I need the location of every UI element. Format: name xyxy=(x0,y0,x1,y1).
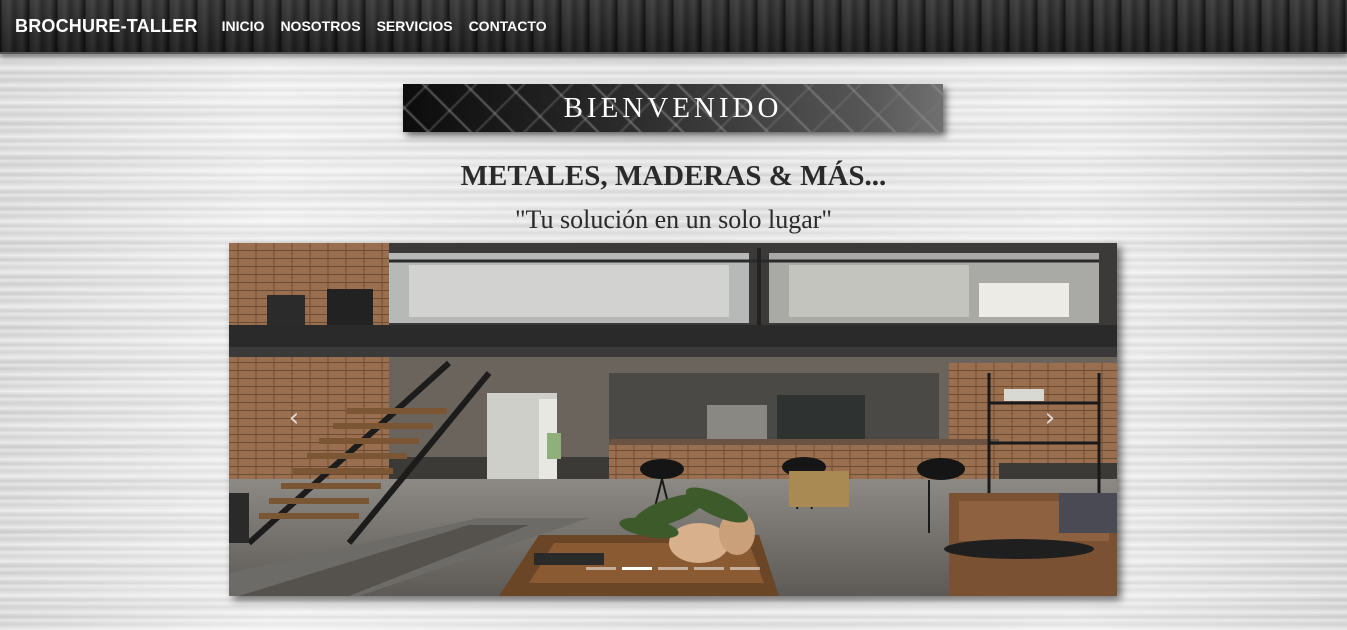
nav-link-nosotros[interactable]: NOSOTROS xyxy=(280,18,360,34)
carousel-indicators xyxy=(229,567,1117,570)
nav-link-contacto[interactable]: CONTACTO xyxy=(469,18,547,34)
brand-logo[interactable]: BROCHURE-TALLER xyxy=(15,16,198,37)
banner-title: BIENVENIDO xyxy=(563,91,783,124)
nav-link-inicio[interactable]: INICIO xyxy=(222,18,265,34)
carousel-indicator[interactable] xyxy=(586,567,616,570)
carousel-prev-button[interactable]: ‹ xyxy=(279,403,309,433)
welcome-banner: BIENVENIDO xyxy=(403,84,943,132)
nav-menu: INICIO NOSOTROS SERVICIOS CONTACTO xyxy=(222,18,547,34)
navbar: BROCHURE-TALLER INICIO NOSOTROS SERVICIO… xyxy=(0,0,1347,54)
tagline: "Tu solución en un solo lugar" xyxy=(514,205,833,234)
slide-image xyxy=(229,243,1117,596)
carousel-indicator[interactable] xyxy=(694,567,724,570)
chevron-right-icon: › xyxy=(1044,403,1056,433)
chevron-left-icon: ‹ xyxy=(288,403,300,433)
carousel-indicator-active[interactable] xyxy=(622,567,652,570)
carousel-indicator[interactable] xyxy=(658,567,688,570)
nav-link-servicios[interactable]: SERVICIOS xyxy=(377,18,453,34)
page-heading: METALES, MADERAS & MÁS... xyxy=(460,160,887,192)
carousel-indicator[interactable] xyxy=(730,567,760,570)
image-carousel: ‹ › xyxy=(229,243,1117,596)
carousel-next-button[interactable]: › xyxy=(1035,403,1065,433)
